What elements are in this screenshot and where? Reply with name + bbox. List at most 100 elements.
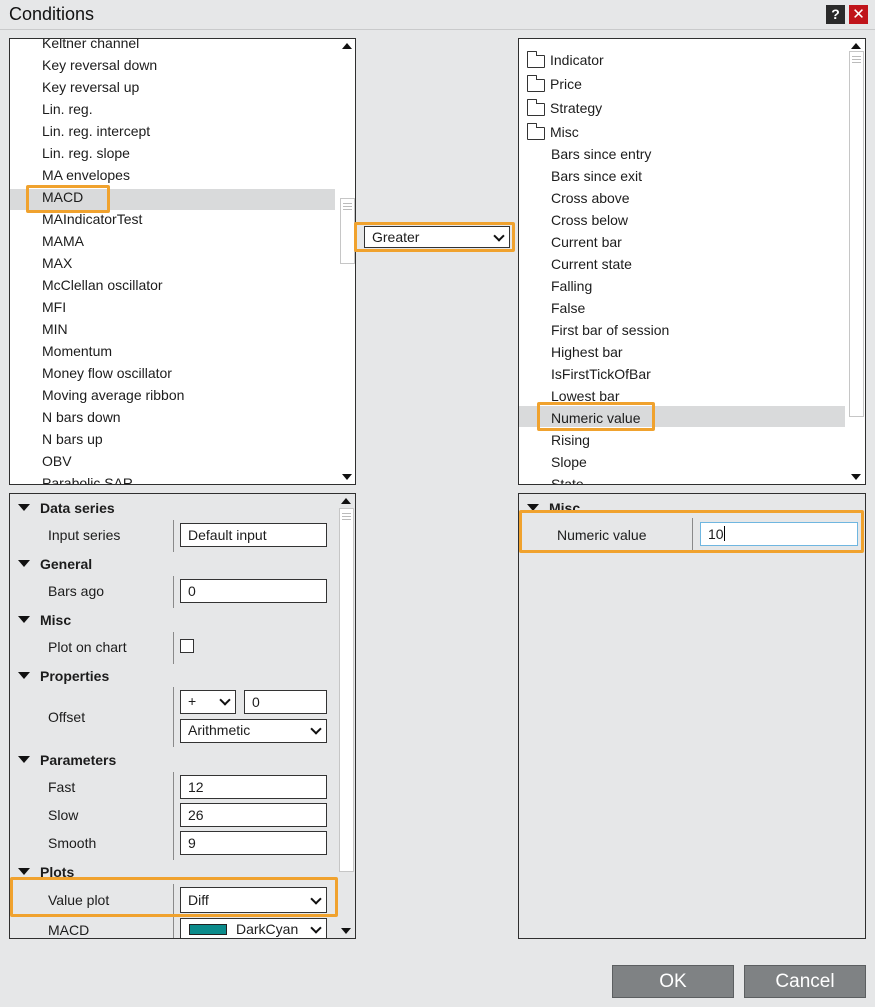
chevron-down-icon bbox=[310, 723, 322, 735]
tree-folder-misc[interactable]: Misc bbox=[519, 121, 839, 143]
tree-item[interactable]: IsFirstTickOfBar bbox=[551, 363, 651, 385]
tree-item[interactable]: Highest bar bbox=[551, 341, 623, 363]
bars-ago-field[interactable]: 0 bbox=[180, 579, 327, 603]
scroll-up-arrow-icon[interactable] bbox=[341, 498, 351, 504]
collapse-triangle-icon[interactable] bbox=[18, 504, 30, 511]
offset-sign-dropdown[interactable]: + bbox=[180, 690, 236, 714]
scroll-thumb[interactable] bbox=[339, 508, 354, 872]
folder-icon bbox=[526, 75, 545, 92]
scroll-thumb[interactable] bbox=[340, 198, 355, 264]
tree-item[interactable]: Bars since entry bbox=[551, 143, 651, 165]
tree-item[interactable]: First bar of session bbox=[551, 319, 669, 341]
numeric-value-highlight bbox=[537, 402, 655, 431]
operator-value: Greater bbox=[372, 229, 420, 245]
tree-folder-price[interactable]: Price bbox=[519, 73, 839, 95]
indicator-list[interactable]: Keltner channel Key reversal down Key reve… bbox=[9, 38, 356, 485]
cancel-button[interactable]: Cancel bbox=[744, 965, 866, 998]
chevron-down-icon bbox=[493, 230, 505, 242]
scroll-down-arrow-icon[interactable] bbox=[342, 474, 352, 480]
input-series-field[interactable]: Default input bbox=[180, 523, 327, 547]
indicator-list-item[interactable]: Key reversal up bbox=[42, 76, 139, 98]
tree-item[interactable]: Current state bbox=[551, 253, 632, 275]
indicator-list-scrollbar[interactable] bbox=[339, 39, 355, 484]
ok-button[interactable]: OK bbox=[612, 965, 734, 998]
indicator-list-item[interactable]: Key reversal down bbox=[42, 54, 157, 76]
indicator-list-item[interactable]: Lin. reg. bbox=[42, 98, 93, 120]
collapse-triangle-icon[interactable] bbox=[18, 560, 30, 567]
tree-item[interactable]: Rising bbox=[551, 429, 590, 451]
collapse-triangle-icon[interactable] bbox=[18, 756, 30, 763]
collapse-triangle-icon[interactable] bbox=[18, 868, 30, 875]
macd-highlight bbox=[26, 185, 110, 213]
tree-item[interactable]: Cross above bbox=[551, 187, 630, 209]
macd-plot-label: MACD bbox=[48, 922, 90, 938]
scroll-up-arrow-icon[interactable] bbox=[342, 43, 352, 49]
plot-on-chart-checkbox[interactable] bbox=[180, 639, 194, 653]
indicator-list-item[interactable]: MAX bbox=[42, 252, 72, 274]
folder-icon bbox=[526, 51, 545, 68]
condition-tree-scrollbar[interactable] bbox=[848, 39, 864, 484]
indicator-list-item[interactable]: Money flow oscillator bbox=[42, 362, 172, 384]
plot-on-chart-label: Plot on chart bbox=[48, 639, 127, 655]
indicator-list-item[interactable]: MA envelopes bbox=[42, 164, 130, 186]
smooth-field[interactable]: 9 bbox=[180, 831, 327, 855]
operator-dropdown[interactable]: Greater bbox=[364, 226, 510, 248]
properties-scrollbar[interactable] bbox=[338, 494, 354, 938]
scroll-down-arrow-icon[interactable] bbox=[341, 928, 351, 934]
scroll-thumb[interactable] bbox=[849, 51, 864, 417]
tree-folder-label: Misc bbox=[550, 124, 579, 140]
collapse-triangle-icon[interactable] bbox=[18, 616, 30, 623]
collapse-triangle-icon[interactable] bbox=[18, 672, 30, 679]
folder-open-icon bbox=[526, 123, 545, 140]
chevron-down-icon bbox=[219, 694, 231, 706]
general-header: General bbox=[40, 556, 93, 572]
tree-item[interactable]: Slope bbox=[551, 451, 587, 473]
close-button[interactable]: ✕ bbox=[849, 5, 868, 24]
misc-header: Misc bbox=[40, 612, 72, 628]
scroll-down-arrow-icon[interactable] bbox=[851, 474, 861, 480]
right-properties-grid: Misc Numeric value 10 bbox=[518, 493, 866, 939]
tree-item[interactable]: Cross below bbox=[551, 209, 628, 231]
slow-label: Slow bbox=[48, 807, 79, 823]
offset-value-field[interactable]: 0 bbox=[244, 690, 327, 714]
indicator-list-item[interactable]: Keltner channel bbox=[42, 39, 139, 54]
folder-icon bbox=[526, 99, 545, 116]
indicator-list-item[interactable]: N bars up bbox=[42, 428, 103, 450]
slow-field[interactable]: 26 bbox=[180, 803, 327, 827]
offset-type-value: Arithmetic bbox=[188, 722, 251, 738]
tree-folder-indicator[interactable]: Indicator bbox=[519, 49, 839, 71]
offset-label: Offset bbox=[48, 709, 86, 725]
indicator-list-item[interactable]: N bars down bbox=[42, 406, 121, 428]
chevron-down-icon bbox=[310, 922, 322, 934]
macd-color-name: DarkCyan bbox=[236, 921, 299, 937]
macd-color-dropdown[interactable]: DarkCyan bbox=[180, 918, 327, 938]
help-button[interactable]: ? bbox=[826, 5, 845, 24]
left-properties-grid: Data series Input series Default input G… bbox=[9, 493, 356, 939]
indicator-list-item[interactable]: Momentum bbox=[42, 340, 112, 362]
tree-item[interactable]: False bbox=[551, 297, 585, 319]
indicator-list-item[interactable]: Lin. reg. slope bbox=[42, 142, 130, 164]
scroll-up-arrow-icon[interactable] bbox=[851, 43, 861, 49]
tree-item[interactable]: State bbox=[551, 473, 584, 484]
indicator-list-item[interactable]: Lin. reg. intercept bbox=[42, 120, 150, 142]
value-plot-highlight bbox=[10, 877, 338, 917]
tree-item[interactable]: Bars since exit bbox=[551, 165, 642, 187]
indicator-list-item[interactable]: Parabolic SAR bbox=[42, 472, 133, 484]
tree-item[interactable]: Current bar bbox=[551, 231, 622, 253]
indicator-list-item[interactable]: MIN bbox=[42, 318, 68, 340]
tree-folder-label: Indicator bbox=[550, 52, 604, 68]
offset-sign-value: + bbox=[188, 693, 197, 709]
indicator-list-item[interactable]: OBV bbox=[42, 450, 72, 472]
input-series-label: Input series bbox=[48, 527, 121, 543]
fast-field[interactable]: 12 bbox=[180, 775, 327, 799]
dialog-title: Conditions bbox=[9, 4, 95, 24]
indicator-list-item[interactable]: MFI bbox=[42, 296, 66, 318]
numeric-value-field-highlight bbox=[519, 510, 864, 553]
tree-folder-strategy[interactable]: Strategy bbox=[519, 97, 839, 119]
indicator-list-item[interactable]: Moving average ribbon bbox=[42, 384, 184, 406]
indicator-list-item[interactable]: McClellan oscillator bbox=[42, 274, 163, 296]
indicator-list-item[interactable]: MAMA bbox=[42, 230, 84, 252]
tree-item[interactable]: Falling bbox=[551, 275, 592, 297]
tree-folder-label: Price bbox=[550, 76, 582, 92]
offset-type-dropdown[interactable]: Arithmetic bbox=[180, 719, 327, 743]
